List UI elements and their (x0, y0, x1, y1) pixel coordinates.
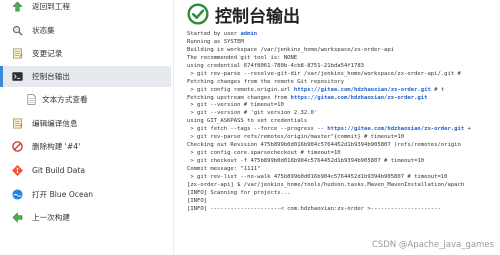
console-link[interactable]: https://gitee.com/hdzhaoxian/zx-order.gi… (291, 95, 428, 101)
console-line: [INFO] (187, 198, 500, 206)
console-line-text: The recommended git tool is: NONE (187, 54, 298, 61)
sidebar-item-changes[interactable]: 变更记录 (0, 44, 171, 63)
console-line-text: Commit message: "1111" (187, 165, 261, 172)
console-line-text: > git checkout -f 475b899b0d016b904c5764… (187, 158, 425, 164)
sidebar-item-git-build-data[interactable]: Git Build Data (0, 161, 171, 180)
console-link[interactable]: https://gitee.com/hdzhaoxian/zx-order.gi… (294, 87, 431, 93)
sidebar-item-label: 返回到工程 (32, 2, 70, 11)
terminal-icon (12, 72, 23, 81)
sidebar-item-view-as-text[interactable]: 文本方式查看 (0, 90, 171, 109)
console-line-text: > git --version # timeout=10 (187, 102, 284, 109)
sidebar-item-label: 编辑编译信息 (32, 119, 78, 128)
document-icon (27, 94, 36, 105)
notepad-icon (13, 118, 23, 129)
sidebar-item-label: 删除构建 '#4' (32, 142, 81, 151)
sidebar-item-label: 上一次构建 (32, 213, 70, 222)
console-line-text: Started by user (187, 31, 241, 37)
sidebar: 返回到工程 状态集 变更记录 控制台输出 文本方式查看 编辑编译信息 删除构建 … (0, 0, 171, 255)
no-entry-icon (12, 141, 23, 152)
sidebar-item-label: 状态集 (32, 26, 55, 35)
console-line: [INFO] ---------------------< com.hdzhao… (187, 206, 500, 214)
console-line: The recommended git tool is: NONE (187, 55, 500, 63)
console-line: Started by user admin (187, 31, 500, 39)
console-line-text: Fetching upstream changes from (187, 94, 291, 101)
page-title: 控制台输出 (215, 6, 300, 27)
console-line: Fetching changes from the remote Git rep… (187, 79, 500, 87)
console-line: > git fetch --tags --force --progress --… (187, 126, 500, 134)
sidebar-item-back-to-project[interactable]: 返回到工程 (0, 0, 171, 16)
console-line-text: > git rev-list --no-walk 475b899b0d016b9… (187, 173, 448, 180)
console-line: Fetching upstream changes from https://g… (187, 95, 500, 103)
console-line-text: Running as SYSTEM (187, 38, 244, 45)
console-line-text: > git config remote.origin.url (187, 86, 294, 93)
console-line: Checking out Revision 475b899b0d016b904c… (187, 142, 500, 150)
sidebar-item-previous-build[interactable]: 上一次构建 (0, 208, 171, 227)
console-line: Building in workspace /var/jenkins_home/… (187, 47, 500, 55)
watermark: CSDN @Apache_java_games (372, 240, 494, 250)
sidebar-item-label: 打开 Blue Ocean (32, 190, 94, 199)
sidebar-item-label: Git Build Data (32, 166, 85, 175)
blue-ocean-icon (12, 189, 23, 200)
console-line-text: using credential 674f8061-780b-4cb8-8751… (187, 62, 364, 69)
console-line: > git config remote.origin.url https://g… (187, 87, 500, 95)
console-line: > git --version # timeout=10 (187, 102, 500, 110)
console-line: using GIT_ASKPASS to set credentials (187, 118, 500, 126)
sidebar-item-label: 控制台输出 (32, 72, 70, 81)
sidebar-item-console-output[interactable]: 控制台输出 (0, 66, 171, 87)
console-line: > git --version # 'git version 2.32.0' (187, 110, 500, 118)
console-line-text: [INFO] ---------------------< com.hdzhao… (187, 205, 441, 212)
console-line-text: + (464, 126, 471, 133)
page-header: 控制台输出 (187, 0, 300, 28)
console-line-text: > git rev-parse --resolve-git-dir /var/j… (187, 70, 461, 77)
console-line-text: using GIT_ASKPASS to set credentials (187, 118, 308, 125)
sidebar-item-open-blue-ocean[interactable]: 打开 Blue Ocean (0, 185, 171, 204)
sidebar-divider (173, 0, 174, 255)
console-line: using credential 674f8061-780b-4cb8-8751… (187, 63, 500, 71)
search-icon (12, 25, 23, 36)
console-line-text: Checking out Revision 475b899b0d016b904c… (187, 142, 461, 149)
up-arrow-icon (12, 1, 23, 12)
console-line-text: Building in workspace /var/jenkins_home/… (187, 46, 395, 53)
console-line: > git rev-parse --resolve-git-dir /var/j… (187, 71, 500, 79)
git-icon (12, 165, 23, 176)
sidebar-item-edit-build-info[interactable]: 编辑编译信息 (0, 114, 171, 133)
console-line: > git config core.sparsecheckout # timeo… (187, 150, 500, 158)
console-line-text: Fetching changes from the remote Git rep… (187, 78, 344, 85)
console-line: [INFO] Scanning for projects... (187, 190, 500, 198)
console-line: Commit message: "1111" (187, 166, 500, 174)
left-arrow-icon (12, 212, 23, 223)
sidebar-item-label: 文本方式查看 (42, 95, 88, 104)
sidebar-item-status[interactable]: 状态集 (0, 21, 171, 40)
console-line: > git checkout -f 475b899b0d016b904c5764… (187, 158, 500, 166)
console-output: Started by user admin Running as SYSTEM Bu… (187, 31, 500, 255)
console-line-text: > git rev-parse refs/remotes/origin/mast… (187, 134, 405, 141)
console-line-text: > git config core.sparsecheckout # timeo… (187, 150, 341, 157)
console-line: Running as SYSTEM (187, 39, 500, 47)
main-panel: 控制台输出 Started by user admin Running as SY… (177, 0, 500, 255)
console-line-text: # t (430, 86, 445, 93)
check-circle-icon (187, 3, 209, 25)
notepad-icon (13, 48, 23, 59)
console-line-text: > git --version # 'git version 2.32.0' (187, 110, 318, 117)
sidebar-item-label: 变更记录 (32, 49, 63, 58)
console-link[interactable]: https://gitee.com/hdzhaoxian/zx-order.gi… (327, 126, 464, 132)
console-line: > git rev-parse refs/remotes/origin/mast… (187, 134, 500, 142)
console-line: > git rev-list --no-walk 475b899b0d016b9… (187, 174, 500, 182)
console-line-text: > git fetch --tags --force --progress -- (187, 126, 328, 133)
console-line-text: [INFO] (187, 197, 208, 204)
console-line-text: [zx-order-api] $ /var/jenkins_home/tools… (187, 181, 465, 188)
console-line-text: [INFO] Scanning for projects... (187, 189, 291, 196)
sidebar-item-delete-build[interactable]: 删除构建 '#4' (0, 137, 171, 156)
console-line: [zx-order-api] $ /var/jenkins_home/tools… (187, 182, 500, 190)
console-link[interactable]: admin (240, 31, 257, 37)
